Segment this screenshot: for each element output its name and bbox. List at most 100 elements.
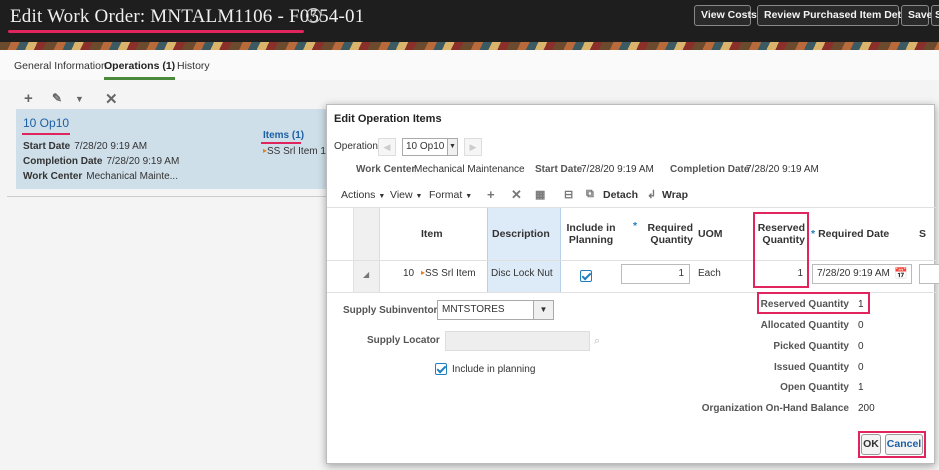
add-row-icon[interactable]: + xyxy=(487,187,495,202)
edit-operation-items-dialog: Edit Operation Items Operation ◀ 10 Op10… xyxy=(326,104,939,464)
save-and-close-button[interactable]: S xyxy=(931,5,939,26)
add-icon[interactable]: + xyxy=(24,90,33,107)
op-work-center: Work Center Mechanical Mainte... xyxy=(23,171,178,182)
save-button[interactable]: Save xyxy=(901,5,933,26)
chevron-down-icon: ▼ xyxy=(465,193,473,200)
divider xyxy=(7,196,327,197)
start-date-value: 7/28/20 9:19 AM xyxy=(581,164,654,175)
organization-on-hand-balance-value: 200 xyxy=(858,403,875,414)
header-include-in-planning[interactable]: Include in Planning xyxy=(565,208,617,260)
view-costs-button[interactable]: View Costs xyxy=(694,5,757,26)
chevron-down-icon: ▼ xyxy=(533,301,553,319)
tab-general-information[interactable]: General Information xyxy=(14,60,107,77)
op-completion-date-value: 7/28/20 9:19 AM xyxy=(106,156,180,167)
header-uom[interactable]: UOM xyxy=(698,208,723,260)
work-center-label: Work Center xyxy=(356,164,416,175)
row-item-text: SS Srl Item xyxy=(425,268,476,279)
dropdown-icon[interactable]: ▼ xyxy=(75,94,84,104)
row-include-in-planning-checkbox[interactable] xyxy=(580,270,592,282)
header-item[interactable]: Item xyxy=(421,208,443,260)
op-start-date-value: 7/28/20 9:19 AM xyxy=(74,141,148,152)
delete-icon[interactable]: ✕ xyxy=(105,90,118,108)
work-center-value: Mechanical Maintenance xyxy=(414,164,525,175)
picked-quantity-label: Picked Quantity xyxy=(773,341,849,352)
completion-date-label: Completion Date xyxy=(670,164,750,175)
detach-icon[interactable]: ⧉ xyxy=(586,188,594,201)
supply-subinventory-select[interactable]: MNTSTORES ▼ xyxy=(437,300,554,320)
chevron-down-icon: ▼ xyxy=(415,193,423,200)
operation-select[interactable]: 10 Op10 ▼ xyxy=(402,138,458,156)
review-purchased-item-details-button[interactable]: Review Purchased Item Details xyxy=(757,5,919,26)
operation-select-value: 10 Op10 xyxy=(406,141,445,152)
header-description[interactable]: Description xyxy=(492,208,550,260)
items-sub-text: SS Srl Item 1 xyxy=(267,146,326,157)
supply-subinventory-label: Supply Subinventory xyxy=(343,305,444,316)
edit-icon[interactable]: ✎ xyxy=(52,91,62,105)
required-asterisk: * xyxy=(811,228,816,240)
freeze-icon[interactable]: ⊟ xyxy=(564,188,573,201)
operation-link-highlight xyxy=(22,133,70,135)
row-required-date-value: 7/28/20 9:19 AM xyxy=(817,268,890,279)
header-required-date[interactable]: * Required Date xyxy=(811,208,889,260)
tab-operations[interactable]: Operations (1) xyxy=(104,60,176,80)
header-required-quantity[interactable]: * Required Quantity xyxy=(633,208,693,260)
organization-on-hand-balance-label: Organization On-Hand Balance xyxy=(701,403,849,414)
allocated-quantity-label: Allocated Quantity xyxy=(760,320,849,331)
picked-quantity-value: 0 xyxy=(858,341,864,352)
include-in-planning-checkbox[interactable] xyxy=(435,363,447,375)
format-menu-label: Format xyxy=(429,189,463,201)
view-menu-label: View xyxy=(390,189,413,201)
row-required-quantity-input[interactable]: 1 xyxy=(621,264,690,284)
wrap-icon[interactable]: ↲ xyxy=(647,188,656,201)
header-required-date-text: Required Date xyxy=(818,228,890,240)
operation-card: 10 Op10 Start Date 7/28/20 9:19 AM Comple… xyxy=(16,109,336,189)
supply-locator-input[interactable] xyxy=(445,331,590,351)
dialog-title: Edit Operation Items xyxy=(334,113,442,125)
tab-bar: General Information Operations (1) Histo… xyxy=(0,50,939,80)
help-icon[interactable]: ? xyxy=(306,8,321,23)
decorative-banner xyxy=(0,42,939,50)
items-link[interactable]: Items (1) xyxy=(263,130,304,141)
previous-icon: ◀ xyxy=(383,142,391,152)
items-link-highlight xyxy=(261,142,301,144)
include-in-planning-label: Include in planning xyxy=(452,364,536,375)
tab-history[interactable]: History xyxy=(177,60,210,77)
completion-date-value: 7/28/20 9:19 AM xyxy=(746,164,819,175)
detach-button[interactable]: Detach xyxy=(603,189,638,201)
chevron-down-icon: ▼ xyxy=(378,193,386,200)
next-icon: ▶ xyxy=(469,142,477,152)
row-item[interactable]: ▸SS Srl Item xyxy=(421,268,476,279)
search-icon[interactable]: ⌕ xyxy=(594,335,600,348)
op-completion-date-label: Completion Date xyxy=(23,156,103,167)
header-required-quantity-text: Required Quantity xyxy=(647,222,693,246)
actions-menu[interactable]: Actions ▼ xyxy=(341,189,385,201)
reserved-quantity-highlight xyxy=(753,212,809,288)
next-operation-button[interactable]: ▶ xyxy=(464,138,482,156)
row-uom: Each xyxy=(698,268,721,279)
row-description: Disc Lock Nut xyxy=(491,268,553,279)
table-gutter xyxy=(327,208,354,292)
format-menu[interactable]: Format ▼ xyxy=(429,189,472,201)
expand-row-icon[interactable]: ◢ xyxy=(363,270,369,279)
operation-link[interactable]: 10 Op10 xyxy=(23,116,69,130)
header-truncated[interactable]: S xyxy=(919,208,926,260)
operation-items-table: Item Description Include in Planning * Re… xyxy=(327,207,939,293)
op-work-center-label: Work Center xyxy=(23,171,83,182)
open-quantity-label: Open Quantity xyxy=(780,382,849,393)
view-menu[interactable]: View ▼ xyxy=(390,189,422,201)
allocated-quantity-value: 0 xyxy=(858,320,864,331)
dialog-buttons-highlight xyxy=(858,431,926,458)
calendar-icon[interactable]: 📅 xyxy=(894,267,908,280)
row-selector-column xyxy=(354,208,380,292)
op-start-date-label: Start Date xyxy=(23,141,71,152)
op-completion-date: Completion Date 7/28/20 9:19 AM xyxy=(23,156,179,167)
items-sub: ▸SS Srl Item 1 xyxy=(263,146,326,157)
top-bar: Edit Work Order: MNTALM1106 - F0554-01 ?… xyxy=(0,0,939,42)
previous-operation-button[interactable]: ◀ xyxy=(378,138,396,156)
delete-row-icon[interactable]: ✕ xyxy=(511,187,522,203)
query-by-example-icon[interactable]: ▦ xyxy=(535,188,545,201)
row-truncated-input[interactable] xyxy=(919,264,939,284)
row-seq: 10 xyxy=(403,268,415,279)
wrap-button[interactable]: Wrap xyxy=(662,189,688,201)
op-start-date: Start Date 7/28/20 9:19 AM xyxy=(23,141,147,152)
